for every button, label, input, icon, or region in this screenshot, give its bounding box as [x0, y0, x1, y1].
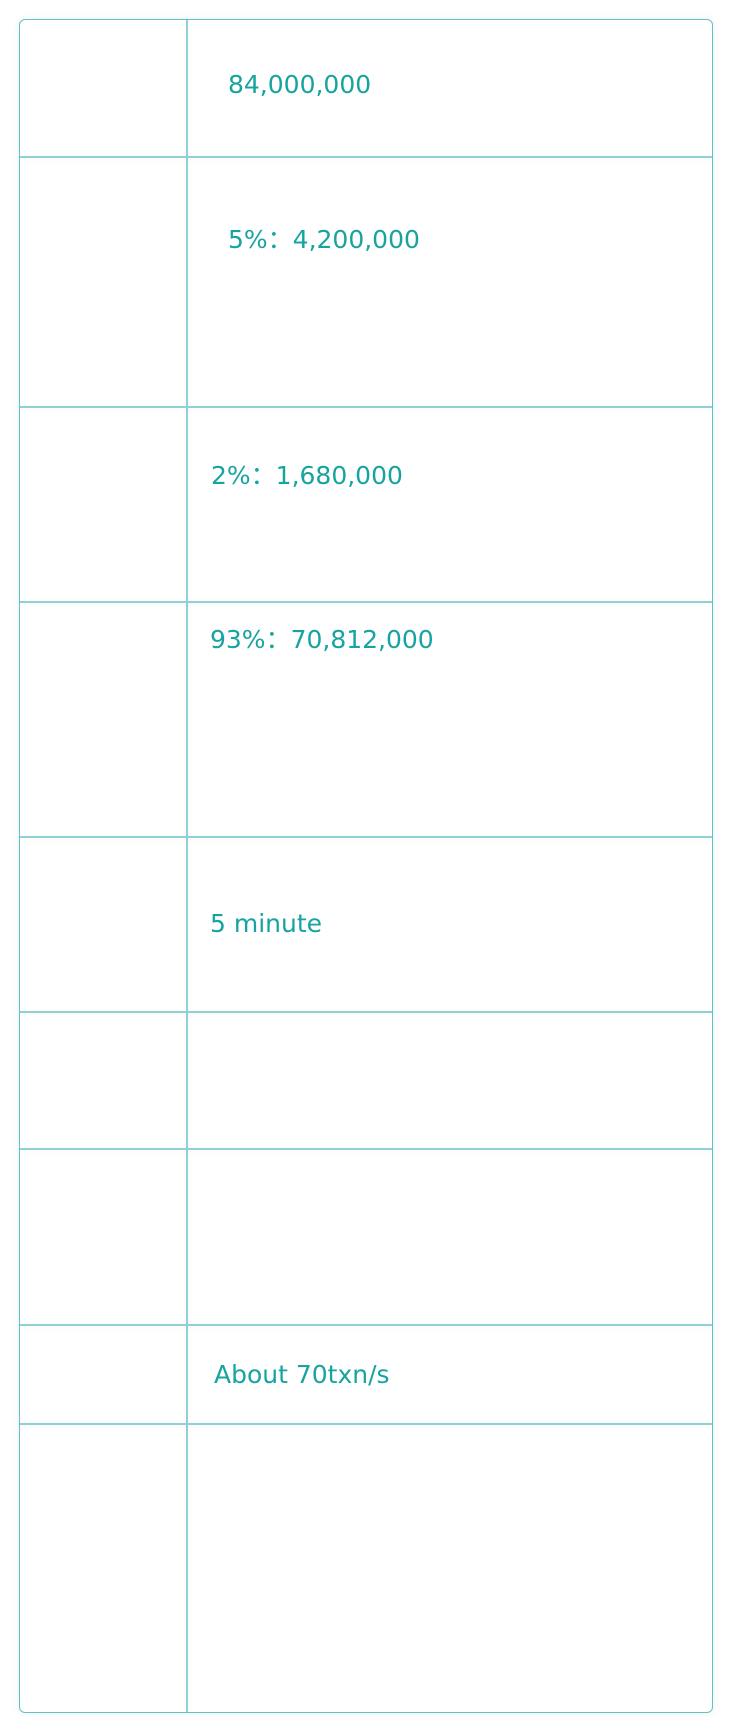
row-label-cell — [20, 20, 186, 156]
row-label-cell — [20, 157, 186, 406]
table-row — [20, 1424, 712, 1712]
table-row: 93%：70,812,000 — [20, 602, 712, 836]
row-label-cell — [20, 407, 186, 601]
row-value: 5 minute — [210, 909, 323, 938]
row-value-cell — [188, 1149, 712, 1324]
table-row: About 70txn/s — [20, 1325, 712, 1423]
row-value: 84,000,000 — [228, 70, 372, 99]
row-value-cell: 5 minute — [188, 837, 712, 1011]
row-value: 93%：70,812,000 — [210, 625, 434, 654]
row-value-cell: About 70txn/s — [188, 1325, 712, 1423]
row-value: 5%：4,200,000 — [228, 225, 420, 254]
row-label-cell — [20, 837, 186, 1011]
table-row — [20, 1149, 712, 1324]
row-value-cell: 5%：4,200,000 — [188, 157, 712, 406]
row-label-cell — [20, 1149, 186, 1324]
data-table: 84,000,000 5%：4,200,000 2%：1,680,000 93%… — [19, 19, 713, 1713]
row-value-cell — [188, 1424, 712, 1712]
table-row: 5 minute — [20, 837, 712, 1011]
row-label-cell — [20, 1325, 186, 1423]
table-row: 2%：1,680,000 — [20, 407, 712, 601]
table-row: 5%：4,200,000 — [20, 157, 712, 406]
row-value-cell: 2%：1,680,000 — [188, 407, 712, 601]
row-value: About 70txn/s — [214, 1360, 390, 1389]
row-value-cell — [188, 1012, 712, 1148]
row-value: 2%：1,680,000 — [211, 461, 403, 490]
table-row: 84,000,000 — [20, 20, 712, 156]
row-label-cell — [20, 1424, 186, 1712]
row-value-cell: 93%：70,812,000 — [188, 602, 712, 836]
table-row — [20, 1012, 712, 1148]
row-value-cell: 84,000,000 — [188, 20, 712, 156]
row-label-cell — [20, 1012, 186, 1148]
row-label-cell — [20, 602, 186, 836]
